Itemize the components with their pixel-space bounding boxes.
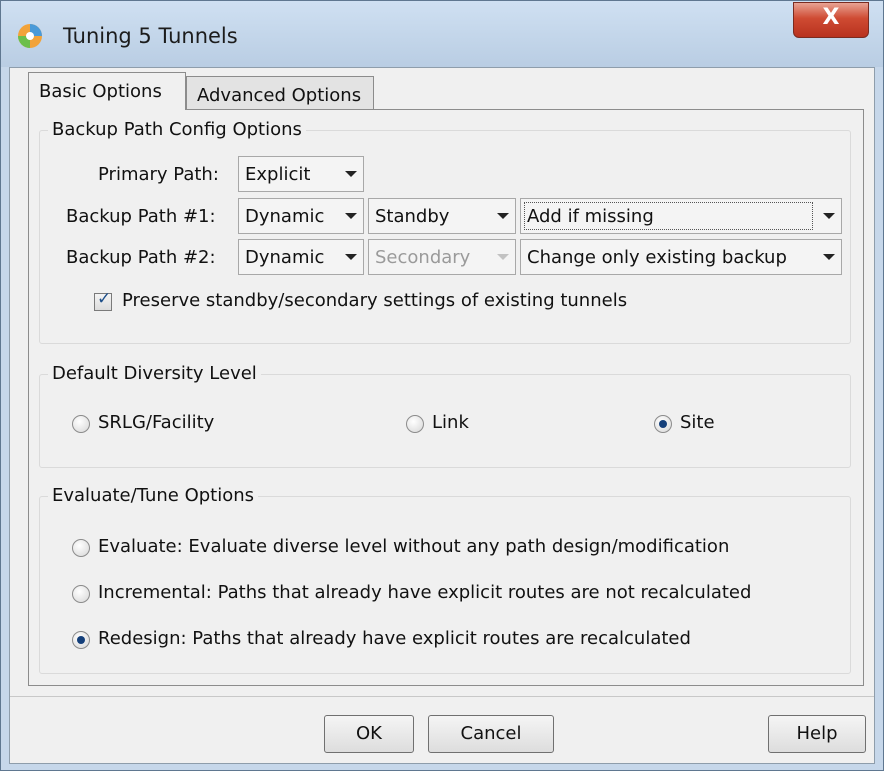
chevron-down-icon	[345, 213, 357, 219]
evaluate-tune-group: Evaluate/Tune Options Evaluate: Evaluate…	[39, 485, 851, 674]
radio-site[interactable]	[654, 415, 672, 433]
backup-path-2-type-select: Secondary	[368, 239, 516, 275]
backup-path-2-label: Backup Path #2:	[66, 247, 216, 268]
tab-panel-basic: Backup Path Config Options Primary Path:…	[28, 109, 864, 686]
chevron-down-icon	[497, 213, 509, 219]
tab-advanced-options[interactable]: Advanced Options	[186, 76, 374, 110]
backup-path-1-type-select[interactable]: Standby	[368, 198, 516, 234]
chevron-down-icon	[345, 171, 357, 177]
checkmark-icon: ✓	[97, 289, 112, 309]
backup-path-1-type-value: Standby	[375, 206, 450, 227]
close-button[interactable]: X	[793, 2, 869, 38]
backup-path-2-mode-select[interactable]: Dynamic	[238, 239, 364, 275]
radio-evaluate[interactable]	[72, 539, 90, 557]
primary-path-mode-value: Explicit	[245, 164, 311, 185]
backup-path-group-title: Backup Path Config Options	[48, 119, 306, 140]
preserve-settings-label[interactable]: Preserve standby/secondary settings of e…	[122, 290, 627, 311]
preserve-settings-checkbox[interactable]: ✓	[94, 289, 112, 311]
radio-evaluate-label[interactable]: Evaluate: Evaluate diverse level without…	[98, 536, 729, 557]
radio-incremental[interactable]	[72, 585, 90, 603]
chevron-down-icon	[823, 213, 835, 219]
backup-path-1-mode-value: Dynamic	[245, 206, 325, 227]
radio-link[interactable]	[406, 415, 424, 433]
radio-redesign-label[interactable]: Redesign: Paths that already have explic…	[98, 628, 691, 649]
radio-link-label[interactable]: Link	[432, 412, 469, 433]
backup-path-2-mode-value: Dynamic	[245, 247, 325, 268]
chevron-down-icon	[497, 254, 509, 260]
radio-srlg-facility-label[interactable]: SRLG/Facility	[98, 412, 214, 433]
chevron-down-icon	[345, 254, 357, 260]
backup-path-2-action-value: Change only existing backup	[527, 247, 787, 268]
tab-basic-options[interactable]: Basic Options	[28, 72, 186, 110]
dialog-window: Tuning 5 Tunnels X Basic Options Advance…	[0, 0, 884, 771]
backup-path-group: Backup Path Config Options Primary Path:…	[39, 119, 851, 344]
backup-path-2-action-select[interactable]: Change only existing backup	[520, 239, 842, 275]
backup-path-1-label: Backup Path #1:	[66, 206, 216, 227]
button-bar-separator	[10, 696, 874, 697]
backup-path-1-action-value: Add if missing	[527, 206, 654, 227]
dialog-body: Basic Options Advanced Options Backup Pa…	[9, 67, 875, 764]
chevron-down-icon	[823, 254, 835, 260]
ok-button[interactable]: OK	[324, 715, 414, 753]
radio-srlg-facility[interactable]	[72, 415, 90, 433]
diversity-level-group-title: Default Diversity Level	[48, 363, 261, 384]
window-title: Tuning 5 Tunnels	[63, 24, 238, 48]
close-icon: X	[822, 5, 840, 30]
help-button[interactable]: Help	[768, 715, 866, 753]
radio-site-label[interactable]: Site	[680, 412, 715, 433]
cancel-button[interactable]: Cancel	[428, 715, 554, 753]
primary-path-label: Primary Path:	[98, 164, 219, 185]
backup-path-1-mode-select[interactable]: Dynamic	[238, 198, 364, 234]
diversity-level-group: Default Diversity Level SRLG/Facility Li…	[39, 363, 851, 468]
radio-incremental-label[interactable]: Incremental: Paths that already have exp…	[98, 582, 751, 603]
backup-path-1-action-select[interactable]: Add if missing	[520, 198, 842, 234]
radio-redesign[interactable]	[72, 631, 90, 649]
backup-path-2-type-value: Secondary	[375, 247, 471, 268]
app-logo-icon	[18, 24, 42, 48]
evaluate-tune-group-title: Evaluate/Tune Options	[48, 485, 259, 506]
title-bar[interactable]: Tuning 5 Tunnels X	[1, 1, 883, 67]
primary-path-mode-select[interactable]: Explicit	[238, 156, 364, 192]
